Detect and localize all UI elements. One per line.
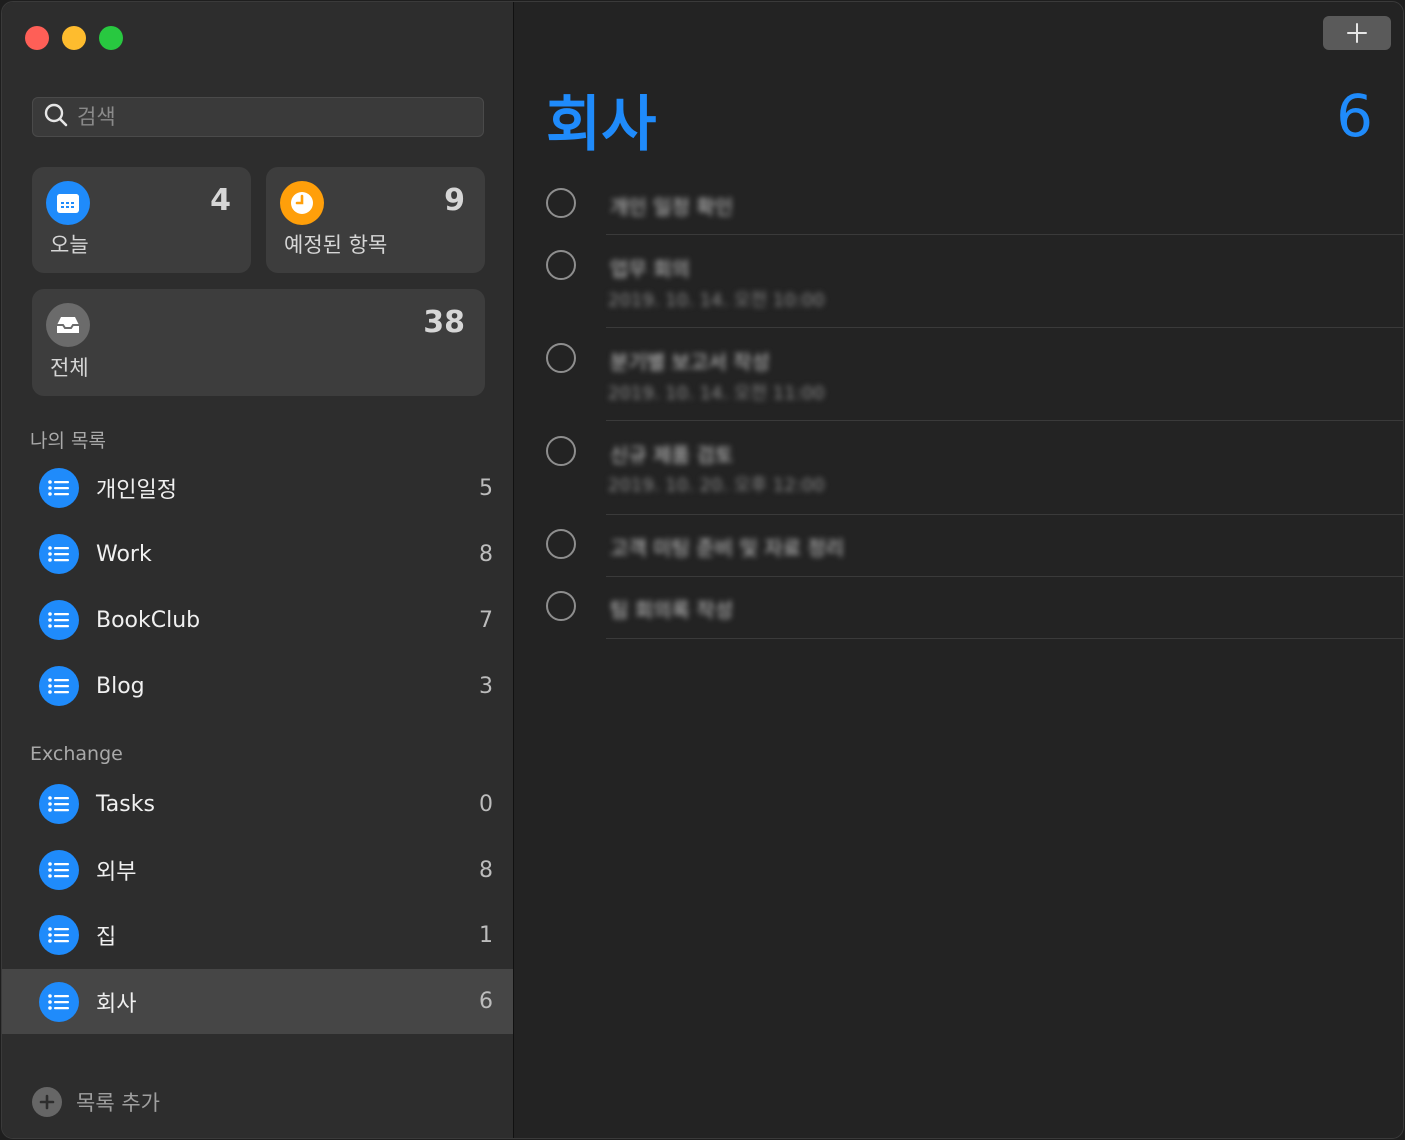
reminder-list-pane: 회사 6 개인 일정 확인 업무 회의 2019. 10. 14. 오전 10:…: [514, 2, 1403, 1138]
reminder-item[interactable]: 고객 미팅 준비 및 자료 정리: [514, 528, 1403, 578]
reminder-item[interactable]: 팀 회의록 작성: [514, 590, 1403, 640]
reminders-window: 4 오늘 9 예정된 항목 38 전체 나의 목록 개인일정 5 W: [1, 1, 1404, 1139]
add-reminder-button[interactable]: [1323, 16, 1391, 50]
search-input[interactable]: [75, 104, 459, 130]
complete-checkbox[interactable]: [546, 250, 576, 280]
list-title: 회사: [546, 90, 657, 160]
plus-circle-icon: [32, 1087, 62, 1117]
search-icon: [43, 102, 69, 132]
list-name: 회사: [96, 991, 137, 1017]
smart-list-count: 9: [444, 183, 465, 218]
list-name: Blog: [96, 673, 145, 699]
list-item-blog[interactable]: Blog 3: [2, 654, 513, 718]
list-item-external[interactable]: 외부 8: [2, 838, 513, 902]
reminder-item[interactable]: 업무 회의 2019. 10. 14. 오전 10:00: [514, 249, 1403, 329]
section-header-exchange: Exchange: [30, 743, 123, 765]
sidebar: 4 오늘 9 예정된 항목 38 전체 나의 목록 개인일정 5 W: [2, 2, 514, 1138]
list-item-personal[interactable]: 개인일정 5: [2, 456, 513, 520]
window-controls: [25, 26, 123, 50]
separator: [606, 638, 1403, 639]
list-count: 7: [479, 607, 493, 633]
list-icon: [39, 850, 79, 890]
complete-checkbox[interactable]: [546, 188, 576, 218]
list-name: Tasks: [96, 791, 155, 817]
list-count: 5: [479, 475, 493, 501]
smart-list-count: 4: [210, 183, 231, 218]
separator: [606, 234, 1403, 235]
add-list-button[interactable]: 목록 추가: [32, 1087, 160, 1117]
smart-list-label: 오늘: [50, 233, 89, 257]
calendar-icon: [46, 181, 90, 225]
reminder-due-date: 2019. 10. 20. 오후 12:00: [608, 475, 825, 496]
list-count: 8: [479, 857, 493, 883]
complete-checkbox[interactable]: [546, 529, 576, 559]
reminder-title[interactable]: 신규 제품 검토: [610, 439, 733, 468]
list-item-tasks[interactable]: Tasks 0: [2, 772, 513, 836]
list-icon: [39, 784, 79, 824]
plus-icon: [1347, 23, 1367, 43]
section-header-my-lists: 나의 목록: [30, 430, 106, 452]
smart-list-count: 38: [423, 305, 465, 340]
complete-checkbox[interactable]: [546, 343, 576, 373]
smart-list-scheduled[interactable]: 9 예정된 항목: [266, 167, 485, 273]
list-item-company[interactable]: 회사 6: [2, 969, 513, 1034]
list-item-work[interactable]: Work 8: [2, 522, 513, 586]
list-icon: [39, 915, 79, 955]
separator: [606, 420, 1403, 421]
separator: [606, 514, 1403, 515]
tray-icon: [46, 303, 90, 347]
separator: [606, 327, 1403, 328]
list-count: 3: [479, 673, 493, 699]
list-icon: [39, 666, 79, 706]
reminder-title[interactable]: 분기별 보고서 작성: [610, 346, 770, 375]
smart-list-today[interactable]: 4 오늘: [32, 167, 251, 273]
minimize-window-button[interactable]: [62, 26, 86, 50]
smart-list-label: 예정된 항목: [284, 233, 388, 257]
list-name: 외부: [96, 860, 137, 885]
list-icon: [39, 534, 79, 574]
close-window-button[interactable]: [25, 26, 49, 50]
clock-icon: [280, 181, 324, 225]
list-count: 6: [479, 989, 493, 1014]
reminder-title[interactable]: 팀 회의록 작성: [610, 594, 733, 623]
list-count: 8: [479, 541, 493, 567]
add-list-label: 목록 추가: [76, 1091, 160, 1115]
complete-checkbox[interactable]: [546, 591, 576, 621]
list-name: 집: [96, 925, 117, 950]
list-total-count: 6: [1336, 82, 1373, 150]
list-name: 개인일정: [96, 478, 177, 503]
reminder-title[interactable]: 고객 미팅 준비 및 자료 정리: [610, 532, 844, 561]
reminder-item[interactable]: 개인 일정 확인: [514, 187, 1403, 235]
reminder-title[interactable]: 업무 회의: [610, 253, 690, 282]
list-name: Work: [96, 541, 152, 567]
search-field[interactable]: [32, 97, 484, 137]
maximize-window-button[interactable]: [99, 26, 123, 50]
reminder-item[interactable]: 신규 제품 검토 2019. 10. 20. 오후 12:00: [514, 435, 1403, 515]
list-item-bookclub[interactable]: BookClub 7: [2, 588, 513, 652]
list-count: 0: [479, 791, 493, 817]
list-name: BookClub: [96, 607, 201, 633]
list-item-home[interactable]: 집 1: [2, 903, 513, 967]
smart-list-label: 전체: [50, 356, 89, 380]
list-icon: [39, 468, 79, 508]
separator: [606, 576, 1403, 577]
list-icon: [39, 600, 79, 640]
reminder-title[interactable]: 개인 일정 확인: [610, 191, 733, 220]
reminder-item[interactable]: 분기별 보고서 작성 2019. 10. 14. 오전 11:00: [514, 342, 1403, 422]
reminder-due-date: 2019. 10. 14. 오전 11:00: [608, 383, 825, 404]
smart-list-all[interactable]: 38 전체: [32, 289, 485, 396]
reminder-due-date: 2019. 10. 14. 오전 10:00: [608, 290, 825, 311]
complete-checkbox[interactable]: [546, 436, 576, 466]
list-icon: [39, 981, 79, 1022]
list-count: 1: [479, 922, 493, 948]
